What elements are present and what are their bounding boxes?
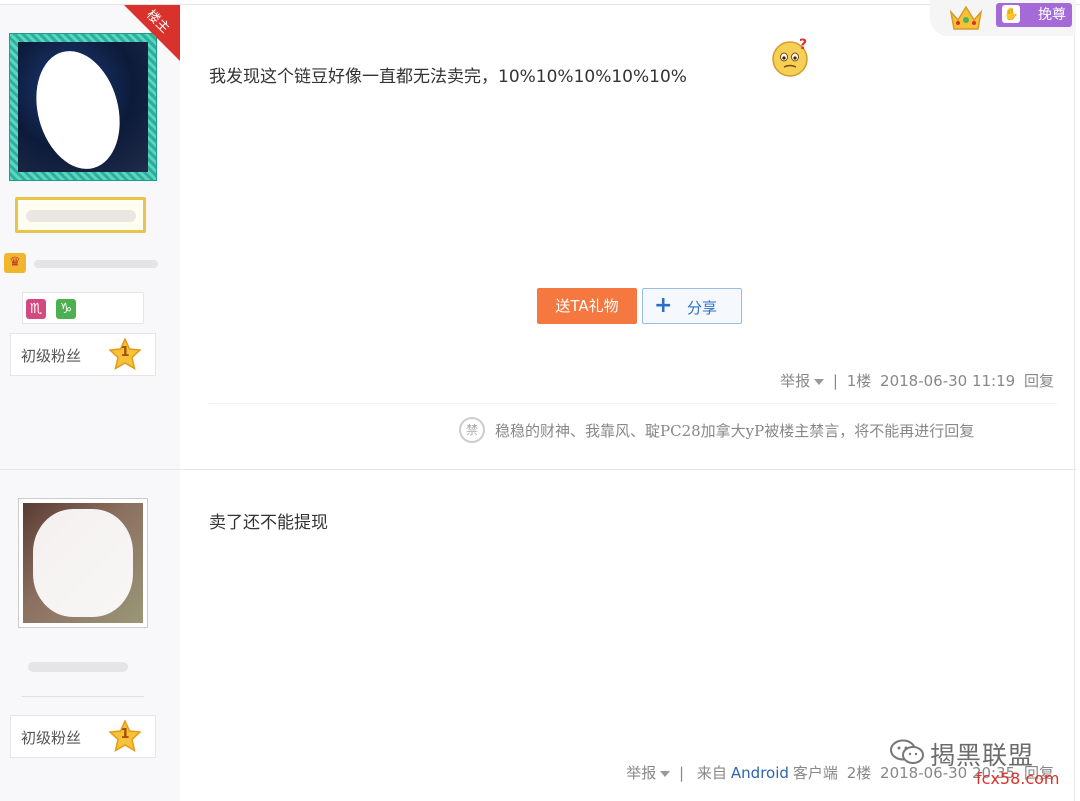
ban-notice-bar: 禁 稳稳的财神、我靠风、聢PC28加拿大yP被楼主禁言，将不能再进行回复 <box>209 403 1057 455</box>
plus-icon: + <box>654 293 673 318</box>
report-link[interactable]: 举报 <box>780 372 810 390</box>
fan-level-box[interactable]: 初级粉丝 1 <box>10 715 156 758</box>
wanzun-button[interactable]: ✋ 挽尊 <box>996 3 1072 27</box>
thumbs-icon: ✋ <box>1002 5 1020 23</box>
post-content: 卖了还不能提现 <box>209 513 328 533</box>
ban-notice-text: 稳稳的财神、我靠风、聢PC28加拿大yP被楼主禁言，将不能再进行回复 <box>495 422 975 440</box>
floor-number: 2楼 <box>846 764 872 782</box>
vip-crown-icon: ♛ <box>4 253 26 273</box>
crown-icon <box>948 2 984 32</box>
author-sidebar: ♛ ♏ ♑ 初级粉丝 1 <box>0 5 180 469</box>
client-source: 来自 Android 客户端 <box>696 764 838 782</box>
fan-level-box[interactable]: 初级粉丝 1 <box>10 333 156 376</box>
post-content: 我发现这个链豆好像一直都无法卖完，10%10%10%10%10% <box>209 67 687 87</box>
floor-number: 1楼 <box>846 372 872 390</box>
zodiac-box: ♏ ♑ <box>22 292 144 324</box>
wechat-icon <box>890 739 924 765</box>
divider <box>22 696 144 697</box>
ban-icon: 禁 <box>459 417 485 443</box>
vip-row: ♛ <box>4 251 164 277</box>
chevron-down-icon[interactable] <box>814 378 825 385</box>
username[interactable] <box>28 662 128 672</box>
scorpio-icon: ♏ <box>26 299 46 319</box>
share-button[interactable]: + 分享 <box>642 288 742 324</box>
username-plate[interactable] <box>15 197 146 233</box>
reply-link[interactable]: 回复 <box>1024 372 1054 390</box>
avatar[interactable] <box>18 498 148 628</box>
post-meta: 举报 | 1楼 2018-06-30 11:19 回复 <box>780 372 1054 390</box>
louzhu-badge: 楼主 <box>124 5 180 61</box>
top-badge[interactable]: ✋ 挽尊 <box>930 0 1076 36</box>
report-link[interactable]: 举报 <box>626 764 656 782</box>
post-floor-1: ♛ ♏ ♑ 初级粉丝 1 楼主 我发现这个链豆好像一直都无法卖完，10%10%1… <box>0 5 1076 469</box>
fan-level-label: 初级粉丝 <box>21 347 82 365</box>
send-gift-button[interactable]: 送TA礼物 <box>537 288 637 324</box>
watermark-title: 揭黑联盟 <box>930 741 1035 770</box>
fan-level-label: 初级粉丝 <box>21 729 82 747</box>
level-star-icon: 1 <box>108 337 142 371</box>
confused-face-icon: ? <box>770 35 812 77</box>
author-sidebar: 初级粉丝 1 <box>0 470 180 801</box>
watermark-url: fcx58.com <box>976 769 1060 788</box>
post-datetime: 2018-06-30 11:19 <box>880 372 1016 390</box>
chevron-down-icon[interactable] <box>660 770 671 777</box>
level-number: 1 <box>120 727 130 742</box>
level-number: 1 <box>120 345 130 360</box>
capricorn-icon: ♑ <box>56 299 76 319</box>
svg-text:?: ? <box>799 37 807 53</box>
watermark: 揭黑联盟 fcx58.com <box>890 736 1070 796</box>
level-star-icon: 1 <box>108 719 142 753</box>
